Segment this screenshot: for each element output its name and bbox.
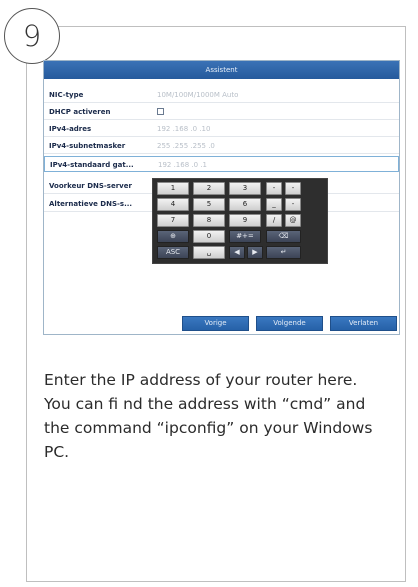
key-at[interactable]: @ (285, 214, 301, 227)
key-symbols[interactable]: #+= (229, 230, 261, 243)
field-label: IPv4-standaard gat... (50, 161, 134, 169)
field-label: Alternatieve DNS-s... (49, 200, 133, 208)
dialog-title: Assistent (44, 61, 399, 79)
field-row-default-gateway: IPv4-standaard gat... 192 .168 .0 .1 (44, 156, 399, 172)
key-minus-2[interactable]: - (285, 182, 301, 195)
field-label: Voorkeur DNS-server (49, 182, 132, 190)
field-label: NIC-type (49, 91, 84, 99)
field-row-nic-type: NIC-type 10M/100M/1000M Auto (44, 87, 399, 103)
space-key-icon[interactable]: ␣ (193, 246, 225, 259)
dhcp-checkbox[interactable] (157, 108, 164, 115)
default-gateway-input[interactable]: 192 .168 .0 .1 (158, 157, 207, 173)
key-2[interactable]: 2 (193, 182, 225, 195)
key-9[interactable]: 9 (229, 214, 261, 227)
arrow-left-key-icon[interactable]: ◀ (229, 246, 245, 259)
step-number-badge: 9 (4, 8, 60, 64)
arrow-right-key-icon[interactable]: ▶ (247, 246, 263, 259)
nic-type-select[interactable]: 10M/100M/1000M Auto (157, 87, 238, 103)
on-screen-keypad: 1 2 3 - - 4 5 6 _ - 7 8 9 / @ ⊕ 0 #+= ⌫ … (152, 178, 328, 264)
key-underscore[interactable]: _ (266, 198, 282, 211)
backspace-key-icon[interactable]: ⌫ (266, 230, 301, 243)
next-button[interactable]: Volgende (256, 316, 323, 331)
key-6[interactable]: 6 (229, 198, 261, 211)
key-4[interactable]: 4 (157, 198, 189, 211)
field-row-subnet-mask: IPv4-subnetmasker 255 .255 .255 .0 (44, 138, 399, 154)
field-label: DHCP activeren (49, 108, 111, 116)
field-row-dhcp: DHCP activeren (44, 104, 399, 120)
field-label: IPv4-subnetmasker (49, 142, 126, 150)
setup-wizard-dialog: Assistent NIC-type 10M/100M/1000M Auto D… (43, 60, 400, 335)
key-7[interactable]: 7 (157, 214, 189, 227)
exit-button[interactable]: Verlaten (330, 316, 397, 331)
key-3[interactable]: 3 (229, 182, 261, 195)
key-slash[interactable]: / (266, 214, 282, 227)
key-1[interactable]: 1 (157, 182, 189, 195)
key-asc[interactable]: ASC (157, 246, 189, 259)
field-row-ipv4-address: IPv4-adres 192 .168 .0 .10 (44, 121, 399, 137)
enter-key-icon[interactable]: ↵ (266, 246, 301, 259)
globe-key-icon[interactable]: ⊕ (157, 230, 189, 243)
key-dash[interactable]: - (285, 198, 301, 211)
instruction-text: Enter the IP address of your router here… (44, 371, 373, 461)
key-5[interactable]: 5 (193, 198, 225, 211)
ipv4-address-input[interactable]: 192 .168 .0 .10 (157, 121, 210, 137)
key-minus[interactable]: - (266, 182, 282, 195)
subnet-mask-input[interactable]: 255 .255 .255 .0 (157, 138, 215, 154)
key-0[interactable]: 0 (193, 230, 225, 243)
field-label: IPv4-adres (49, 125, 92, 133)
key-8[interactable]: 8 (193, 214, 225, 227)
previous-button[interactable]: Vorige (182, 316, 249, 331)
step-number: 9 (22, 19, 42, 53)
